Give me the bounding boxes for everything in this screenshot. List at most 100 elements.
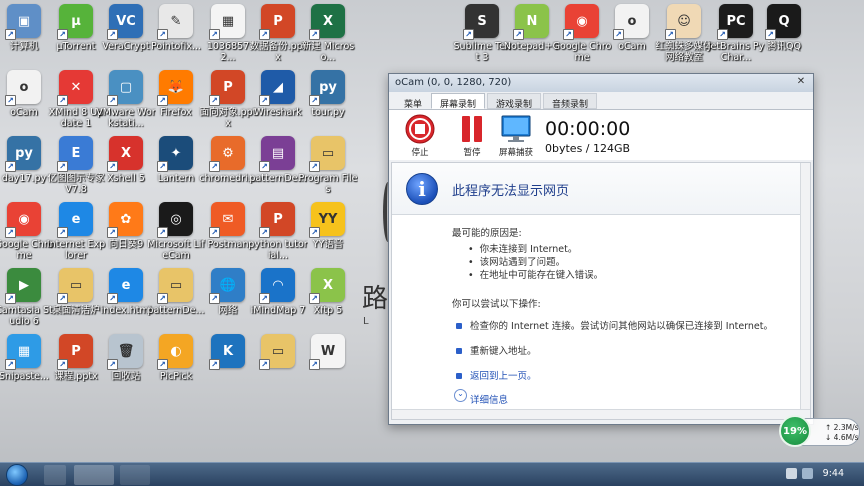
pause-label: 暂停 [463, 148, 481, 158]
taskbar-item[interactable] [44, 465, 66, 485]
desktop-icon[interactable]: X ↗ 新建 Microso... [300, 4, 356, 68]
ocam-window[interactable]: oCam (0, 0, 1280, 720) ✕ 菜单 屏幕录制 游戏录制 音频… [388, 73, 814, 425]
desktop-icon[interactable]: P ↗ python tutorial... [248, 202, 308, 266]
desktop-icon[interactable]: X ↗ Xshell 5 [98, 136, 154, 200]
tab-game-record[interactable]: 游戏录制 [487, 93, 542, 110]
desktop-icon[interactable]: K ↗ [200, 334, 256, 398]
desktop-icon[interactable]: e ↗ index.html [98, 268, 154, 332]
desktop-icon[interactable]: ▭ ↗ patternDe... [147, 268, 205, 332]
desktop-icon[interactable]: X ↗ Xftp 5 [300, 268, 356, 332]
app-icon: o ↗ [613, 4, 649, 40]
monitor-icon [501, 115, 531, 142]
app-icon-glyph: ▭ [169, 277, 183, 293]
horizontal-scrollbar[interactable] [392, 409, 810, 419]
desktop-icon[interactable]: ◐ ↗ PicPick [148, 334, 204, 398]
ocam-title-bar[interactable]: oCam (0, 0, 1280, 720) ✕ [389, 74, 813, 92]
app-icon-glyph: ✦ [170, 145, 182, 161]
desktop-icon[interactable]: W ↗ [300, 334, 356, 398]
desktop-icon[interactable]: S ↗ Sublime Text 3 [454, 4, 510, 68]
desktop-icon[interactable]: Q ↗ 腾讯QQ [756, 4, 812, 68]
app-icon: VC ↗ [107, 4, 143, 40]
desktop-icon[interactable]: ▢ ↗ VMware Workstati... [96, 70, 156, 134]
desktop-icon[interactable]: ◠ ↗ iMindMap 7 [250, 268, 306, 332]
shortcut-arrow-icon: ↗ [309, 359, 320, 370]
app-icon: ▦ ↗ [5, 334, 41, 370]
desktop-icon[interactable]: P ↗ 课程.pptx [48, 334, 104, 398]
app-icon-glyph: ◎ [170, 211, 182, 227]
background-text: 路 [362, 284, 389, 314]
desktop-icon[interactable]: VC ↗ VeraCrypt [98, 4, 154, 68]
desktop-icon[interactable]: 🗑 ↗ 回收站 [98, 334, 154, 398]
shortcut-arrow-icon: ↗ [107, 227, 118, 238]
desktop-icon[interactable]: P ↗ 面向对象.pptx [200, 70, 256, 134]
desktop-icon[interactable]: ◉ ↗ Google Chrome [0, 202, 53, 266]
screen-capture-button[interactable]: 屏幕捕获 [499, 114, 533, 158]
desktop-icon[interactable]: ▭ ↗ [250, 334, 306, 398]
network-speed-widget[interactable]: 19% ↑ 2.3M/s ↓ 4.6M/s [779, 415, 860, 447]
desktop-icon[interactable]: py ↗ day17.py [0, 136, 52, 200]
close-icon[interactable]: ✕ [793, 76, 809, 89]
shortcut-arrow-icon: ↗ [5, 227, 16, 238]
desktop-icon[interactable]: ◢ ↗ Wireshark [250, 70, 306, 134]
shortcut-arrow-icon: ↗ [157, 227, 168, 238]
app-icon: ▭ ↗ [157, 268, 193, 304]
tab-audio-record[interactable]: 音频录制 [543, 93, 598, 110]
desktop-icon[interactable]: ▭ ↗ 桌面清洁炉 [48, 268, 104, 332]
desktop-icon[interactable]: YY ↗ YY语音 [300, 202, 356, 266]
desktop-icon[interactable]: 🌐 ↗ 网络 [200, 268, 256, 332]
app-icon: ▭ ↗ [309, 136, 345, 172]
shortcut-arrow-icon: ↗ [259, 29, 270, 40]
taskbar-item[interactable] [120, 465, 150, 485]
desktop-icon[interactable]: ◉ ↗ Google Chrome [553, 4, 611, 68]
desktop-icon[interactable]: ⚙ ↗ chromedri... [199, 136, 257, 200]
background-subtext: L [363, 316, 369, 327]
desktop-icon[interactable]: ◎ ↗ Microsoft LifeCam [147, 202, 205, 266]
desktop-icon-label: Firefox [160, 107, 192, 118]
stop-button[interactable]: 停止 [405, 114, 435, 158]
app-icon: ▢ ↗ [107, 70, 143, 106]
desktop-icon[interactable]: ✦ ↗ Lantern [148, 136, 204, 200]
desktop-icon[interactable]: ▭ ↗ Program Files [299, 136, 358, 200]
desktop-icon[interactable]: 🦊 ↗ Firefox [148, 70, 204, 134]
action-retype-address: 重新键入地址。 [452, 345, 810, 358]
app-icon-glyph: E [71, 145, 81, 161]
app-icon: PC ↗ [717, 4, 753, 40]
desktop-icon[interactable]: ✎ ↗ Pointofix... [148, 4, 204, 68]
tab-menu[interactable]: 菜单 [395, 93, 431, 110]
desktop-icon[interactable]: ▦ ↗ Snipaste... [0, 334, 52, 398]
shortcut-arrow-icon: ↗ [259, 227, 270, 238]
tray-icon[interactable] [786, 468, 797, 479]
shortcut-arrow-icon: ↗ [107, 95, 118, 106]
desktop-icon[interactable]: ☺ ↗ 红蜘蛛多媒体网络教室 [655, 4, 713, 68]
shortcut-arrow-icon: ↗ [57, 29, 68, 40]
desktop-icon[interactable]: ▣ ↗ 计算机 [0, 4, 52, 68]
tab-screen-record[interactable]: 屏幕录制 [431, 93, 486, 110]
vertical-scrollbar[interactable] [800, 163, 810, 419]
start-button[interactable] [6, 464, 28, 486]
desktop-icon[interactable]: E ↗ 亿图图示专家V7.8 [47, 136, 105, 200]
app-icon: W ↗ [309, 334, 345, 370]
taskbar-item[interactable] [74, 465, 114, 485]
pause-button[interactable]: 暂停 [457, 114, 487, 158]
app-icon: P ↗ [259, 4, 295, 40]
app-icon: ▭ ↗ [259, 334, 295, 370]
desktop-icon[interactable]: ▶ ↗ Camtasia Studio 6 [0, 268, 53, 332]
shortcut-arrow-icon: ↗ [57, 227, 68, 238]
stop-icon [405, 114, 435, 144]
app-icon: P ↗ [57, 334, 93, 370]
shortcut-arrow-icon: ↗ [513, 29, 524, 40]
desktop-icon[interactable]: py ↗ tour.py [300, 70, 356, 134]
desktop-icon[interactable]: e ↗ Internet Explorer [47, 202, 105, 266]
desktop-icon[interactable]: µ ↗ µTorrent [48, 4, 104, 68]
details-toggle[interactable]: 详细信息 [452, 389, 810, 406]
app-icon: S ↗ [463, 4, 499, 40]
desktop-icon[interactable]: o ↗ oCam [604, 4, 660, 68]
recording-size: 0bytes / 124GB [545, 142, 631, 155]
shortcut-arrow-icon: ↗ [463, 29, 474, 40]
app-icon: ✉ ↗ [209, 202, 245, 238]
back-link[interactable]: 返回到上一页。 [452, 370, 810, 383]
taskbar-clock[interactable]: 9:44 [823, 468, 844, 479]
tray-icon[interactable] [802, 468, 813, 479]
desktop-icon[interactable]: o ↗ oCam [0, 70, 52, 134]
app-icon-glyph: P [223, 79, 233, 95]
